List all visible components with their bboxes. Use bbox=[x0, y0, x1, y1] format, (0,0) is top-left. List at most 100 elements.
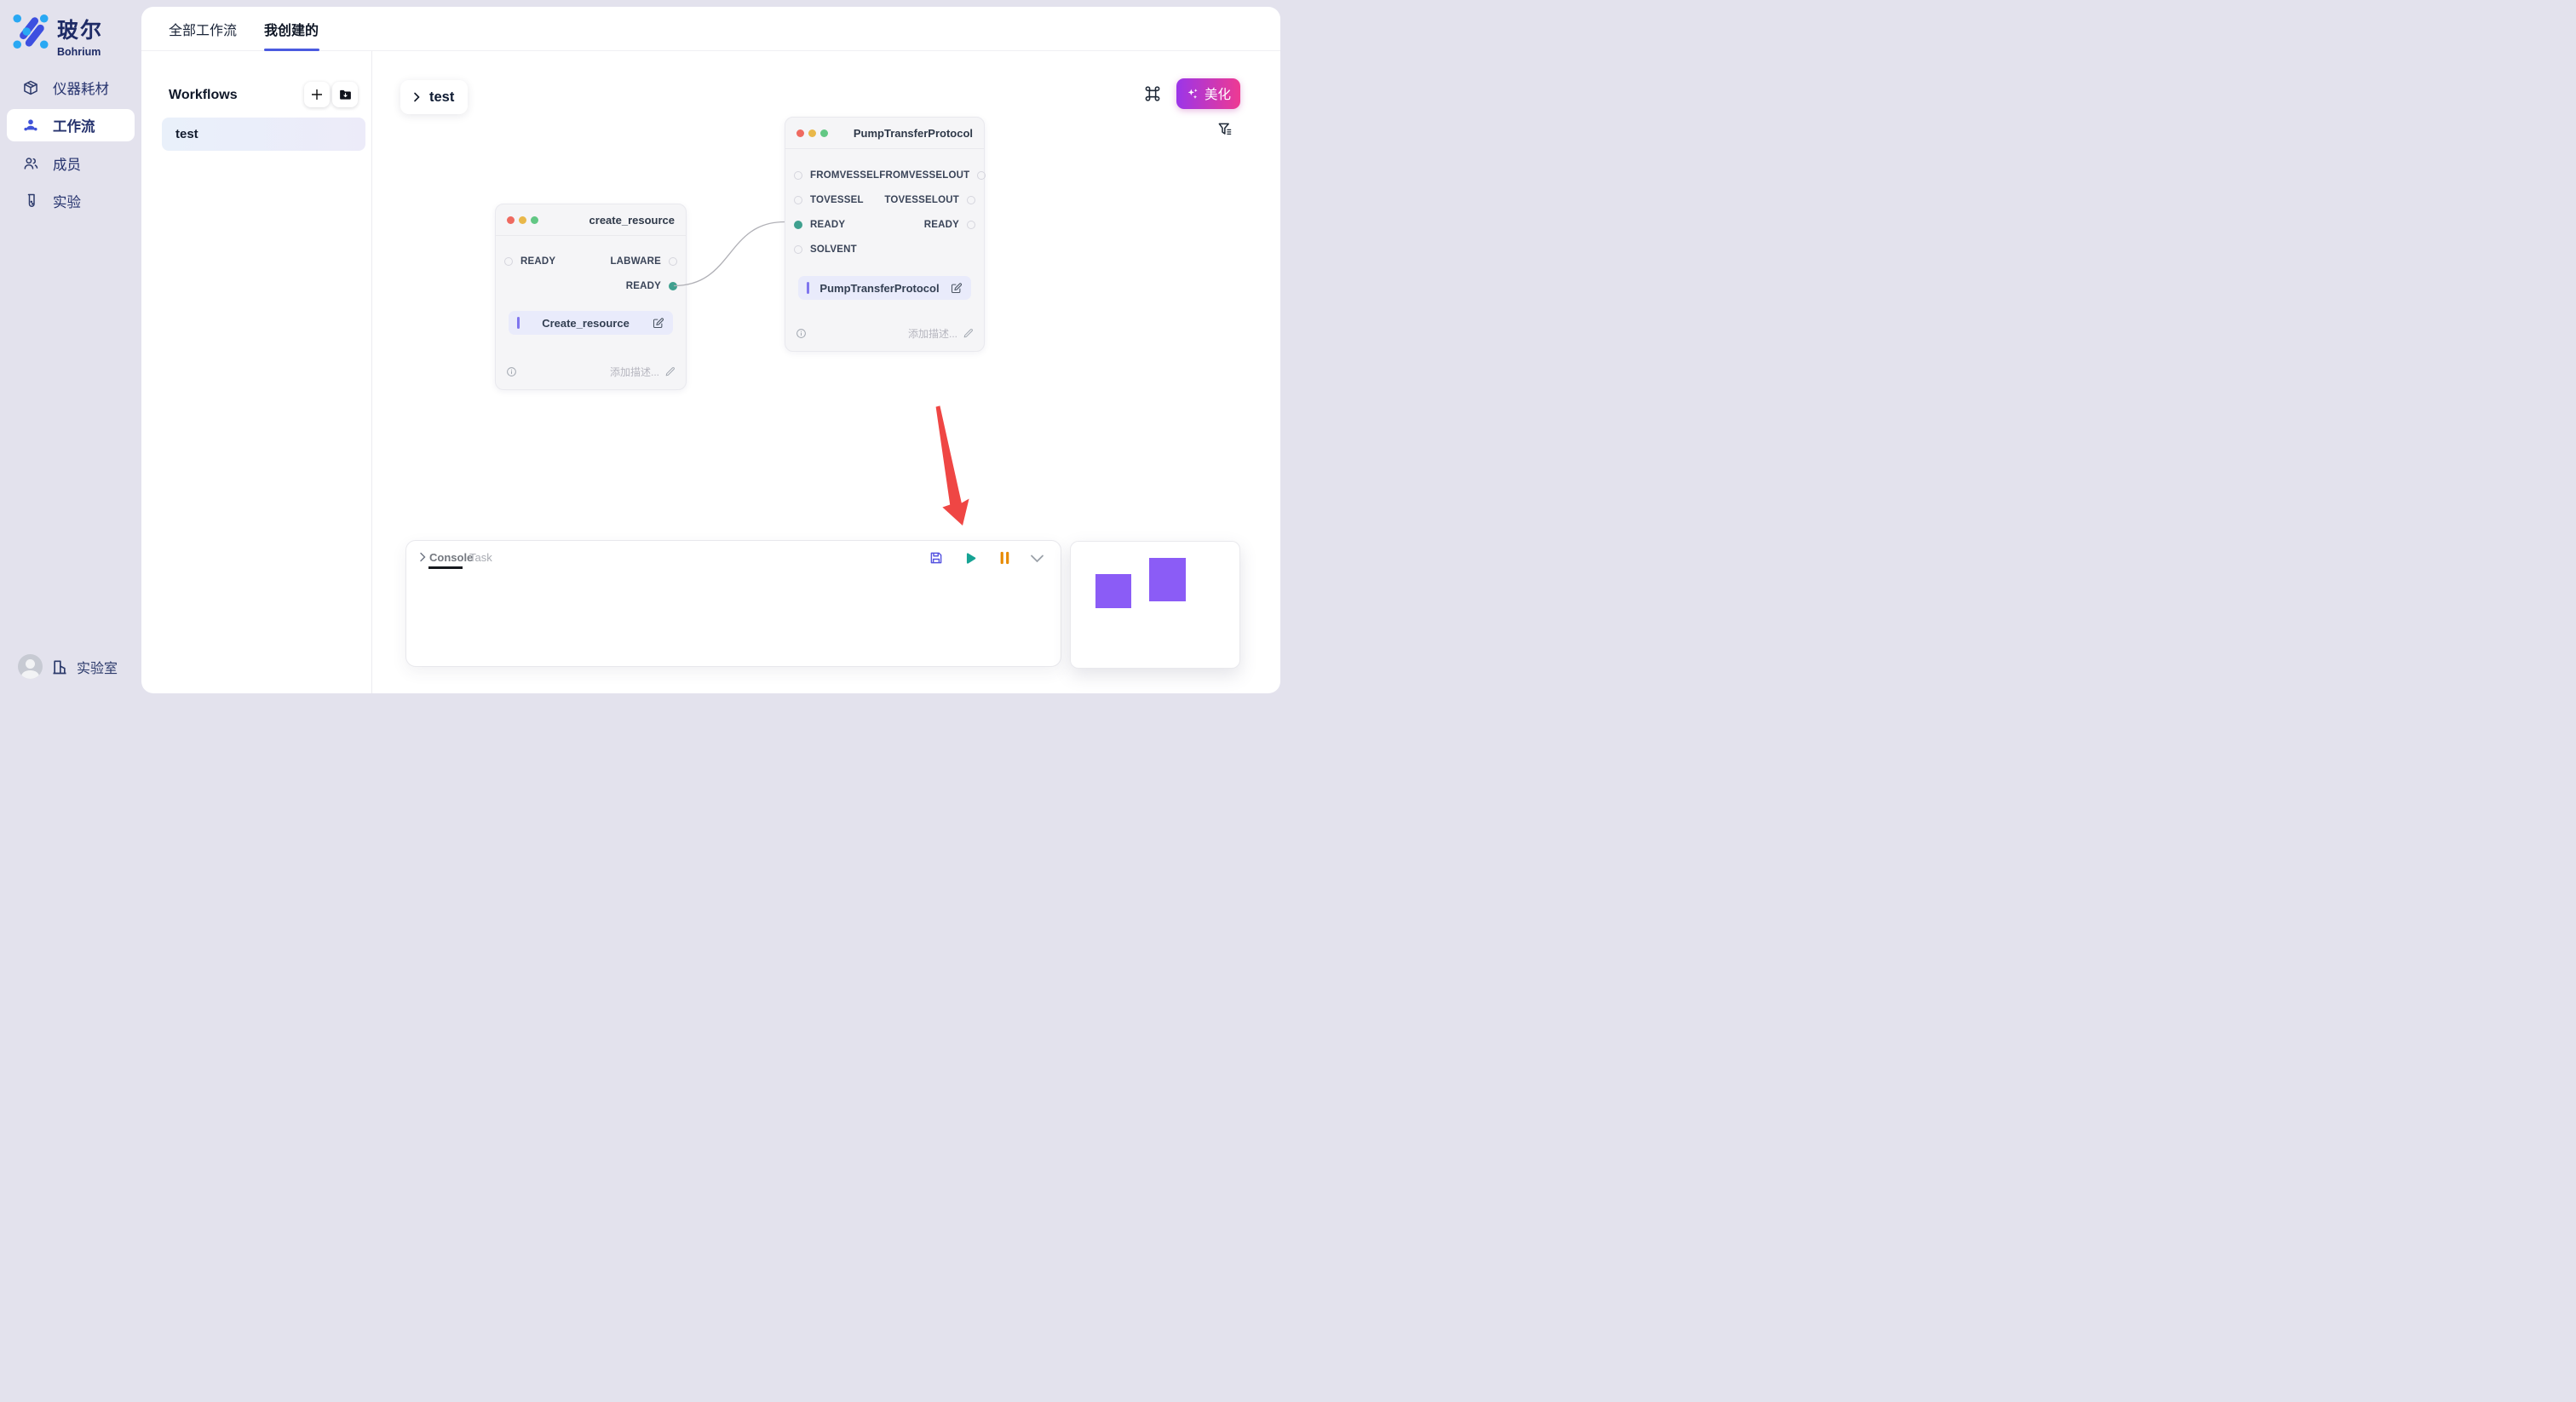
console-panel: Console Task bbox=[405, 540, 1061, 667]
port-circle[interactable] bbox=[794, 196, 802, 204]
pill-label: PumpTransferProtocol bbox=[809, 282, 950, 295]
app-logo: 玻尔 Bohrium bbox=[13, 14, 103, 58]
user-avatar[interactable] bbox=[18, 654, 43, 679]
console-tab[interactable]: Console bbox=[429, 551, 473, 564]
input-port-ready[interactable]: READY bbox=[504, 256, 555, 267]
chevron-right-icon bbox=[411, 92, 422, 102]
output-port-labware[interactable]: LABWARE bbox=[610, 256, 677, 267]
sidebar-item-members[interactable]: 成员 bbox=[7, 147, 135, 180]
edit-icon[interactable] bbox=[652, 317, 664, 330]
members-icon bbox=[22, 155, 39, 172]
description-placeholder[interactable]: 添加描述... bbox=[522, 365, 659, 379]
yellow-dot-icon bbox=[519, 216, 526, 224]
workflow-list-item-test[interactable]: test bbox=[162, 118, 365, 151]
app-name: 玻尔 bbox=[57, 14, 103, 44]
minimap[interactable] bbox=[1070, 541, 1240, 669]
port-label: LABWARE bbox=[610, 256, 661, 267]
input-port-fromvessel[interactable]: FROMVESSEL bbox=[794, 170, 879, 181]
edit-icon[interactable] bbox=[950, 282, 963, 295]
filter-icon[interactable] bbox=[1216, 121, 1233, 138]
pencil-icon[interactable] bbox=[963, 328, 974, 339]
sidebar-item-label: 实验 bbox=[53, 191, 81, 211]
node-function-pill[interactable]: PumpTransferProtocol bbox=[798, 276, 971, 300]
workflow-users-icon bbox=[22, 117, 39, 134]
port-label: READY bbox=[626, 281, 661, 291]
port-label: TOVESSELOUT bbox=[884, 195, 959, 205]
output-port-fromvesselout[interactable]: FROMVESSELOUT bbox=[879, 170, 986, 181]
sidebar-item-label: 成员 bbox=[53, 153, 81, 174]
tab-created-by-me[interactable]: 我创建的 bbox=[264, 19, 319, 39]
port-circle[interactable] bbox=[504, 257, 513, 266]
node-header: create_resource bbox=[496, 204, 686, 236]
folder-download-icon bbox=[338, 88, 353, 102]
port-circle[interactable] bbox=[977, 171, 986, 180]
output-port-tovesselout[interactable]: TOVESSELOUT bbox=[884, 195, 975, 205]
port-label: FROMVESSELOUT bbox=[879, 170, 969, 181]
workflows-panel: Workflows test bbox=[141, 51, 372, 693]
plus-icon bbox=[310, 88, 324, 101]
port-circle[interactable] bbox=[794, 171, 802, 180]
input-port-tovessel[interactable]: TOVESSEL bbox=[794, 195, 864, 205]
command-icon[interactable] bbox=[1143, 84, 1162, 103]
node-function-pill[interactable]: Create_resource bbox=[509, 311, 673, 335]
workflow-item-label: test bbox=[175, 127, 198, 141]
breadcrumb[interactable]: test bbox=[400, 80, 468, 114]
pencil-icon[interactable] bbox=[664, 366, 676, 377]
sidebar: 玻尔 Bohrium 仪器耗材 工作流 bbox=[0, 0, 141, 701]
traffic-light-dots bbox=[796, 129, 828, 137]
green-dot-icon bbox=[820, 129, 828, 137]
building-icon bbox=[51, 658, 68, 675]
sidebar-item-label: 工作流 bbox=[53, 115, 95, 135]
info-icon[interactable] bbox=[796, 328, 807, 339]
port-label: READY bbox=[520, 256, 555, 267]
breadcrumb-label: test bbox=[429, 89, 454, 106]
pause-icon[interactable] bbox=[998, 551, 1011, 565]
port-circle-connected[interactable] bbox=[794, 221, 802, 229]
port-circle[interactable] bbox=[669, 257, 677, 266]
test-tube-icon bbox=[22, 192, 39, 210]
port-label: READY bbox=[810, 220, 845, 230]
output-port-ready[interactable]: READY bbox=[924, 220, 975, 230]
description-placeholder[interactable]: 添加描述... bbox=[812, 326, 957, 341]
task-tab[interactable]: Task bbox=[469, 551, 492, 564]
port-label: SOLVENT bbox=[810, 244, 857, 255]
sidebar-item-experiments[interactable]: 实验 bbox=[7, 185, 135, 217]
port-circle[interactable] bbox=[967, 196, 975, 204]
output-port-ready[interactable]: READY bbox=[626, 281, 677, 291]
input-port-ready[interactable]: READY bbox=[794, 220, 845, 230]
console-expand-icon[interactable] bbox=[417, 552, 428, 562]
node-title: create_resource bbox=[538, 214, 675, 227]
workflows-panel-title: Workflows bbox=[169, 88, 238, 103]
import-workflow-button[interactable] bbox=[332, 82, 358, 107]
info-icon[interactable] bbox=[506, 366, 517, 377]
minimap-node-rect bbox=[1095, 574, 1131, 608]
beautify-button[interactable]: 美化 bbox=[1176, 78, 1240, 109]
save-icon[interactable] bbox=[929, 550, 944, 566]
workspace-label[interactable]: 实验室 bbox=[77, 657, 118, 677]
node-header: PumpTransferProtocol bbox=[785, 118, 984, 149]
input-port-solvent[interactable]: SOLVENT bbox=[794, 244, 857, 255]
port-label: FROMVESSEL bbox=[810, 170, 879, 181]
node-pump-transfer-protocol[interactable]: PumpTransferProtocol FROMVESSEL FROMVESS… bbox=[785, 117, 985, 352]
sidebar-item-label: 仪器耗材 bbox=[53, 78, 109, 98]
node-create-resource[interactable]: create_resource READY LABWARE READY Crea… bbox=[495, 204, 687, 390]
tab-all-workflows[interactable]: 全部工作流 bbox=[169, 19, 237, 39]
sidebar-item-workflows[interactable]: 工作流 bbox=[7, 109, 135, 141]
port-label: TOVESSEL bbox=[810, 195, 864, 205]
traffic-light-dots bbox=[507, 216, 538, 224]
sparkles-icon bbox=[1186, 87, 1199, 101]
port-circle[interactable] bbox=[794, 245, 802, 254]
workflow-tabbar: 全部工作流 我创建的 bbox=[141, 7, 1280, 51]
beautify-label: 美化 bbox=[1205, 84, 1231, 103]
chevron-down-icon[interactable] bbox=[1030, 554, 1044, 564]
red-dot-icon bbox=[507, 216, 515, 224]
port-circle[interactable] bbox=[967, 221, 975, 229]
package-icon bbox=[22, 79, 39, 96]
sidebar-item-instruments[interactable]: 仪器耗材 bbox=[7, 72, 135, 104]
port-label: READY bbox=[924, 220, 959, 230]
run-play-icon[interactable] bbox=[962, 550, 978, 566]
port-circle-connected[interactable] bbox=[669, 282, 677, 290]
add-workflow-button[interactable] bbox=[304, 82, 330, 107]
node-title: PumpTransferProtocol bbox=[828, 127, 973, 140]
red-dot-icon bbox=[796, 129, 804, 137]
